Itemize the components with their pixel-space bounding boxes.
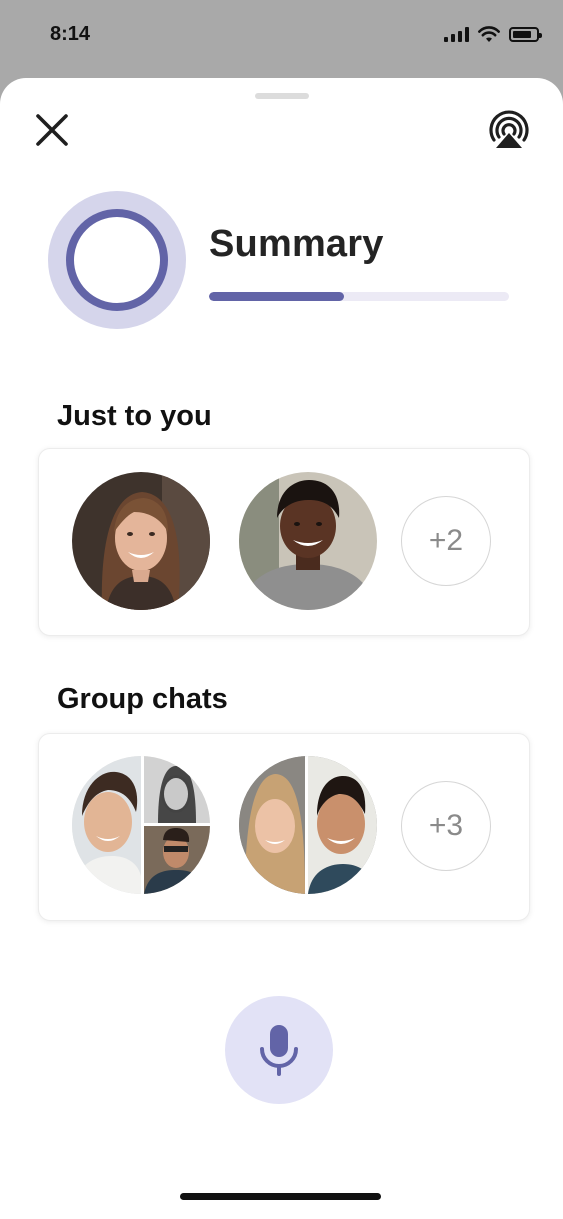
summary-progress-bar	[209, 292, 509, 301]
cellular-signal-icon	[444, 26, 469, 42]
wifi-icon	[478, 26, 500, 42]
group-avatar-image	[239, 756, 377, 894]
airplay-icon	[489, 110, 529, 148]
battery-icon	[509, 26, 542, 42]
summary-sheet: Summary Just to you +2 Group chats +3	[0, 78, 563, 1219]
woman-avatar-image	[72, 472, 210, 610]
progress-ring	[48, 191, 186, 329]
avatar[interactable]	[72, 472, 210, 610]
man-avatar-image	[239, 472, 377, 610]
status-time: 8:14	[50, 23, 91, 45]
airplay-button[interactable]	[486, 108, 532, 154]
avatar[interactable]	[239, 472, 377, 610]
section-heading-group-chats: Group chats	[57, 683, 228, 715]
summary-progress-fill	[209, 292, 344, 301]
close-icon	[36, 114, 68, 146]
status-bar: 8:14	[0, 0, 563, 70]
group-avatar[interactable]	[239, 756, 377, 894]
page-title: Summary	[209, 223, 384, 265]
status-icons	[444, 25, 542, 43]
sheet-grabber[interactable]	[255, 93, 309, 99]
microphone-icon	[260, 1025, 298, 1076]
section-heading-just-to-you: Just to you	[57, 400, 212, 432]
close-button[interactable]	[34, 112, 70, 148]
just-to-you-card[interactable]: +2	[38, 448, 530, 636]
group-chats-card[interactable]: +3	[38, 733, 530, 921]
more-groups-badge[interactable]: +3	[401, 781, 491, 871]
more-contacts-badge[interactable]: +2	[401, 496, 491, 586]
group-avatar[interactable]	[72, 756, 210, 894]
home-indicator	[180, 1193, 381, 1200]
microphone-button[interactable]	[225, 996, 333, 1104]
group-avatar-image	[72, 756, 210, 894]
